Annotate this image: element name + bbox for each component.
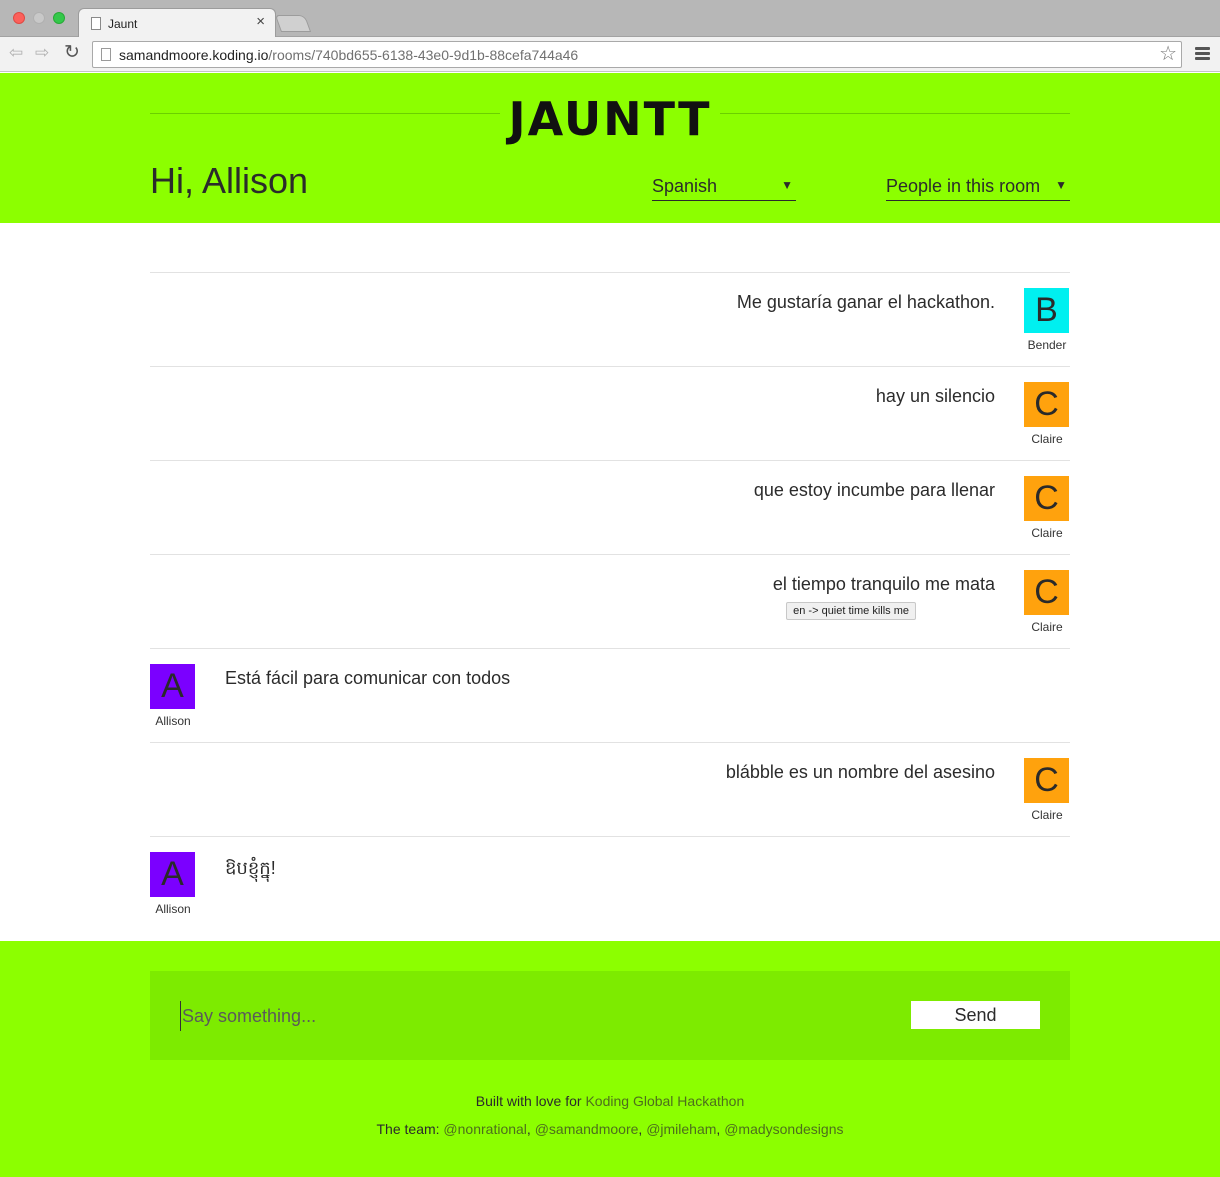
message-row: el tiempo tranquilo me mata en -> quiet … [150, 554, 1070, 648]
avatar: A [150, 852, 195, 897]
team-member-link[interactable]: @samandmoore [535, 1121, 639, 1137]
language-select-value: Spanish [652, 176, 718, 196]
team-member-link[interactable]: @jmileham [646, 1121, 716, 1137]
address-bar[interactable]: samandmoore.koding.io/rooms/740bd655-613… [92, 41, 1182, 68]
back-arrow-icon[interactable]: ⇦ [9, 43, 23, 63]
send-button[interactable]: Send [911, 1001, 1040, 1029]
author-name: Claire [1031, 432, 1063, 446]
bookmark-star-icon[interactable]: ☆ [1159, 43, 1177, 65]
avatar: B [1024, 288, 1069, 333]
message-author: A Allison [150, 852, 196, 916]
avatar: C [1024, 570, 1069, 615]
forward-arrow-icon[interactable]: ⇨ [35, 43, 49, 63]
compose-bar: Say something... Send [150, 971, 1070, 1060]
close-window-button[interactable] [13, 12, 25, 24]
url-path: /rooms/740bd655-6138-43e0-9d1b-88cefa744… [268, 47, 579, 63]
author-name: Bender [1027, 338, 1067, 352]
message-text: el tiempo tranquilo me mata [772, 574, 995, 594]
logo-divider-left [150, 113, 500, 114]
message-author: B Bender [1024, 288, 1070, 352]
tab-close-icon[interactable]: × [256, 14, 265, 30]
message-author: C Claire [1024, 758, 1070, 822]
message-author: C Claire [1024, 570, 1070, 634]
message-text: ឱបខ្ញុំក្នុ! [225, 858, 276, 878]
avatar: C [1024, 758, 1069, 803]
browser-tab-strip: Jaunt × [0, 0, 1220, 38]
footer-credit-prefix: Built with love for [475, 1093, 586, 1109]
team-separator: , [526, 1121, 535, 1137]
message-list: Me gustaría ganar el hackathon. B Bender… [150, 272, 1070, 930]
author-name: Claire [1031, 526, 1063, 540]
maximize-window-button[interactable] [53, 12, 65, 24]
author-name: Allison [155, 902, 191, 916]
caret-down-icon: ▼ [1055, 178, 1067, 192]
message-text: Está fácil para comunicar con todos [225, 668, 511, 688]
logo-divider-right [720, 113, 1070, 114]
page-icon [91, 17, 101, 30]
minimize-window-button[interactable] [33, 12, 45, 24]
team-member-link[interactable]: @nonrational [443, 1121, 527, 1137]
message-text: Me gustaría ganar el hackathon. [736, 292, 995, 312]
avatar: C [1024, 382, 1069, 427]
message-author: C Claire [1024, 382, 1070, 446]
new-tab-button[interactable] [274, 15, 312, 32]
caret-down-icon: ▼ [781, 178, 793, 192]
author-name: Claire [1031, 620, 1063, 634]
people-select-value: People in this room [886, 176, 1041, 196]
greeting: Hi, Allison [150, 160, 309, 201]
team-member-link[interactable]: @madysondesigns [724, 1121, 843, 1137]
browser-menu-icon[interactable] [1195, 47, 1210, 60]
footer-team: The team: @nonrational, @samandmoore, @j… [0, 1121, 1220, 1137]
url-host: samandmoore.koding.io [119, 47, 269, 63]
people-select[interactable]: People in this room ▼ [886, 173, 1070, 201]
message-text: hay un silencio [875, 386, 995, 406]
message-text: blábble es un nombre del asesino [725, 762, 995, 782]
author-name: Claire [1031, 808, 1063, 822]
footer-team-prefix: The team: [376, 1121, 444, 1137]
logo: JAUNTT [508, 92, 712, 146]
footer-credit: Built with love for Koding Global Hackat… [0, 1093, 1220, 1109]
tab-title: Jaunt [108, 17, 138, 31]
author-name: Allison [155, 714, 191, 728]
message-row: hay un silencio C Claire [150, 366, 1070, 460]
avatar: A [150, 664, 195, 709]
message-row: A Allison ឱបខ្ញុំក្នុ! [150, 836, 1070, 930]
message-input[interactable]: Say something... [180, 1001, 860, 1031]
message-row: A Allison Está fácil para comunicar con … [150, 648, 1070, 742]
message-author: C Claire [1024, 476, 1070, 540]
page-icon [101, 48, 111, 61]
avatar: C [1024, 476, 1069, 521]
message-row: Me gustaría ganar el hackathon. B Bender [150, 272, 1070, 366]
reload-icon[interactable]: ↻ [64, 43, 80, 63]
browser-tab[interactable]: Jaunt × [78, 8, 276, 38]
translation-badge: en -> quiet time kills me [786, 602, 916, 620]
url-text: samandmoore.koding.io/rooms/740bd655-613… [119, 47, 578, 63]
message-row: blábble es un nombre del asesino C Clair… [150, 742, 1070, 836]
message-author: A Allison [150, 664, 196, 728]
browser-toolbar: ⇦ ⇨ ↻ samandmoore.koding.io/rooms/740bd6… [0, 37, 1220, 72]
hackathon-link[interactable]: Koding Global Hackathon [585, 1093, 744, 1109]
language-select[interactable]: Spanish ▼ [652, 173, 796, 201]
message-text: que estoy incumbe para llenar [753, 480, 995, 500]
message-row: que estoy incumbe para llenar C Claire [150, 460, 1070, 554]
app-header: JAUNTT Hi, Allison Spanish ▼ People in t… [0, 73, 1220, 223]
app-footer: Say something... Send Built with love fo… [0, 941, 1220, 1177]
